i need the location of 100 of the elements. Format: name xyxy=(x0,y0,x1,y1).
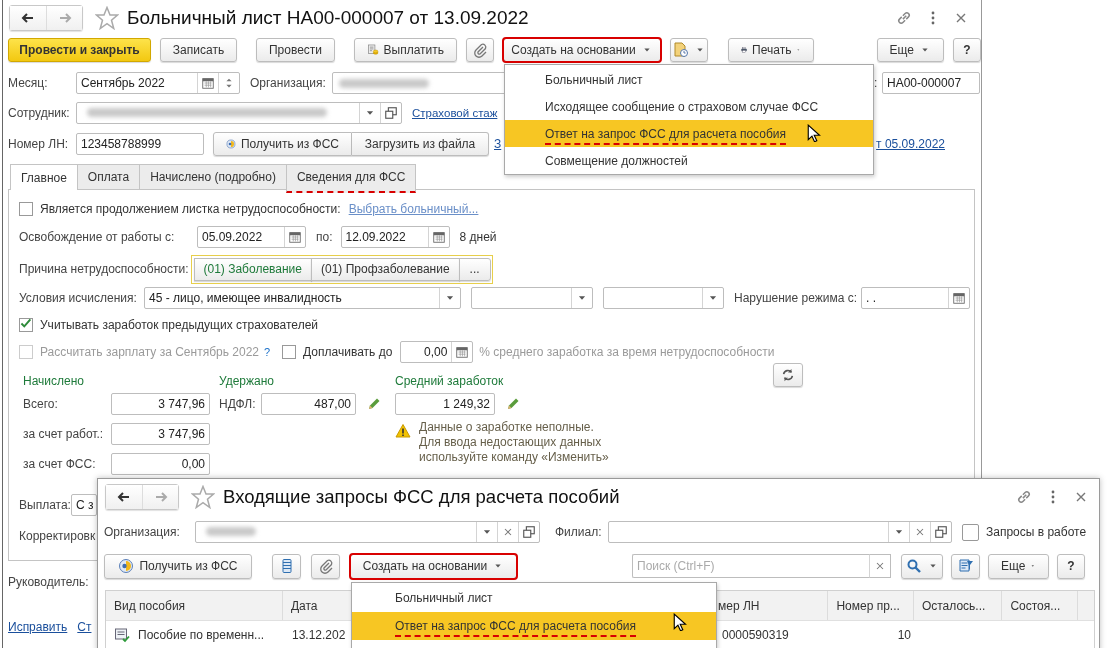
toolbar-button[interactable]: Записать xyxy=(160,38,237,62)
tab[interactable]: Главное xyxy=(10,164,78,190)
amount-field[interactable]: 487,00 xyxy=(261,393,356,415)
insurance-link[interactable]: Страховой стаж xyxy=(412,107,498,119)
checkbox-label: Запросы в работе xyxy=(986,525,1087,539)
toolbar-button[interactable]: Выплатить xyxy=(354,38,457,62)
menu-item[interactable]: Ответ на запрос ФСС для расчета пособия xyxy=(352,612,716,640)
tab[interactable]: Оплата xyxy=(76,164,141,189)
mouse-pointer-icon xyxy=(672,613,690,631)
sick-number-field[interactable]: 123458788999 xyxy=(76,133,204,155)
fss-button[interactable]: Получить из ФСС xyxy=(104,553,252,579)
amount-field[interactable]: 3 747,96 xyxy=(111,423,210,445)
employee-field[interactable] xyxy=(76,102,402,124)
link-icon[interactable] xyxy=(1015,488,1033,506)
search-field[interactable]: Поиск (Ctrl+F) xyxy=(632,554,869,578)
amount-field[interactable]: 3 747,96 xyxy=(111,393,210,415)
checkbox-label: Рассчитать зарплату за Сентябрь 2022 xyxy=(40,345,259,359)
filter-button[interactable] xyxy=(951,553,980,579)
reason-option[interactable]: (01) Заболевание xyxy=(193,257,312,281)
filter-icon xyxy=(957,558,974,574)
help-button[interactable]: ? xyxy=(1057,553,1085,579)
amount-field[interactable]: 1 249,32 xyxy=(395,393,495,415)
create-based-on-button[interactable]: Создать на основании xyxy=(350,553,517,579)
field-label: Условия исчисления: xyxy=(19,291,138,305)
menu-item[interactable]: Больничный лист xyxy=(505,66,873,93)
footer-link[interactable]: Ст xyxy=(77,620,92,634)
footer-link[interactable]: Исправить xyxy=(8,620,68,634)
tab[interactable]: Начислено (подробно) xyxy=(139,164,287,189)
checkbox[interactable] xyxy=(282,345,297,359)
column-header[interactable]: Состоя... xyxy=(1002,591,1078,620)
checkbox[interactable] xyxy=(962,523,979,541)
select-field[interactable] xyxy=(471,287,593,309)
favorite-star-icon[interactable] xyxy=(191,485,215,509)
toolbar-button[interactable]: Провести xyxy=(256,38,335,62)
toolbar-button[interactable] xyxy=(670,38,708,62)
table-cell-text: 0000590319 xyxy=(721,627,790,644)
menu-item-label: Ответ на запрос ФСС для расчета пособия xyxy=(545,126,786,145)
back-button[interactable] xyxy=(106,485,142,509)
branch-field[interactable] xyxy=(608,521,952,543)
percent-caption: % среднего заработка за время нетрудоспособности xyxy=(479,345,775,359)
pencil-icon[interactable] xyxy=(366,396,382,412)
more-button[interactable]: Еще xyxy=(988,553,1049,579)
clear-button[interactable] xyxy=(869,554,891,578)
menu-item-label: Больничный лист xyxy=(395,591,493,605)
search-icon xyxy=(905,558,922,574)
clear-icon xyxy=(874,560,886,572)
conditions-field[interactable]: 45 - лицо, имеющее инвалидность xyxy=(144,287,461,309)
field-label: Руководитель: xyxy=(8,575,89,589)
list-button[interactable] xyxy=(272,553,301,579)
date-field[interactable]: . . xyxy=(861,287,971,309)
calculator-icon xyxy=(455,345,470,359)
fss-logo-icon xyxy=(226,136,236,152)
column-header[interactable]: Осталось... xyxy=(913,591,1003,620)
menu-item[interactable]: Больничный лист xyxy=(352,584,716,612)
attach-button[interactable] xyxy=(311,553,340,579)
search-button[interactable] xyxy=(901,553,943,579)
field-label: за счет ФСС: xyxy=(23,457,97,471)
window-title: Больничный лист НА00-000007 от 13.09.2022 xyxy=(127,7,529,29)
date-field[interactable]: 12.09.2022 xyxy=(340,226,450,248)
link-fragment[interactable]: т 05.09.2022 xyxy=(876,137,945,151)
fss-button[interactable]: Получить из ФСС xyxy=(213,132,352,156)
date-field[interactable]: 05.09.2022 xyxy=(197,226,306,248)
payment-field[interactable]: С з xyxy=(71,494,97,516)
back-button[interactable] xyxy=(10,6,46,30)
link-fragment[interactable]: З xyxy=(494,137,502,151)
toolbar-button[interactable]: Печать xyxy=(728,38,814,62)
help-button[interactable]: ? xyxy=(953,38,981,62)
checkbox[interactable] xyxy=(19,318,33,332)
refresh-button[interactable] xyxy=(772,363,803,387)
month-field[interactable]: Сентябрь 2022 xyxy=(76,72,240,94)
paperclip-icon xyxy=(317,558,334,574)
section-heading: Средний заработок xyxy=(395,373,505,390)
mouse-pointer-icon xyxy=(806,124,824,142)
link-icon[interactable] xyxy=(895,9,913,27)
field-label: за счет работ.: xyxy=(23,427,105,441)
field-label: Всего: xyxy=(23,397,59,411)
more-options-button[interactable]: ... xyxy=(458,257,491,281)
toolbar-button[interactable]: Провести и закрыть xyxy=(8,38,151,62)
fss-button[interactable]: Загрузить из файла xyxy=(352,132,489,156)
reason-option[interactable]: (01) Профзаболевание xyxy=(311,257,460,281)
amount-field[interactable]: 0,00 xyxy=(111,453,210,475)
more-button[interactable]: Еще xyxy=(876,38,944,62)
tab[interactable]: Сведения для ФСС xyxy=(285,164,417,193)
menu-item[interactable]: Совмещение должностей xyxy=(505,147,873,174)
toolbar-button[interactable] xyxy=(466,38,494,62)
select-field[interactable] xyxy=(603,287,724,309)
menu-item[interactable]: Исходящее сообщение о страховом случае ФСС xyxy=(505,93,873,120)
pencil-icon[interactable] xyxy=(505,396,521,412)
days-count: 8 дней xyxy=(459,230,497,244)
percent-field[interactable]: 0,00 xyxy=(400,341,474,363)
number-field[interactable]: НА00-000007 xyxy=(882,72,980,94)
column-header[interactable]: Вид пособия xyxy=(106,591,283,620)
favorite-star-icon[interactable] xyxy=(95,6,119,30)
checkbox[interactable] xyxy=(19,202,33,216)
window-title: Входящие запросы ФСС для расчета пособий xyxy=(223,486,620,508)
open-icon xyxy=(934,525,948,539)
organization-field[interactable] xyxy=(195,521,540,543)
menu-item[interactable]: Ответ на запрос ФСС для расчета пособия xyxy=(505,120,873,147)
column-header[interactable]: Номер пр... xyxy=(828,591,914,620)
toolbar-button[interactable]: Создать на основании xyxy=(503,38,661,62)
